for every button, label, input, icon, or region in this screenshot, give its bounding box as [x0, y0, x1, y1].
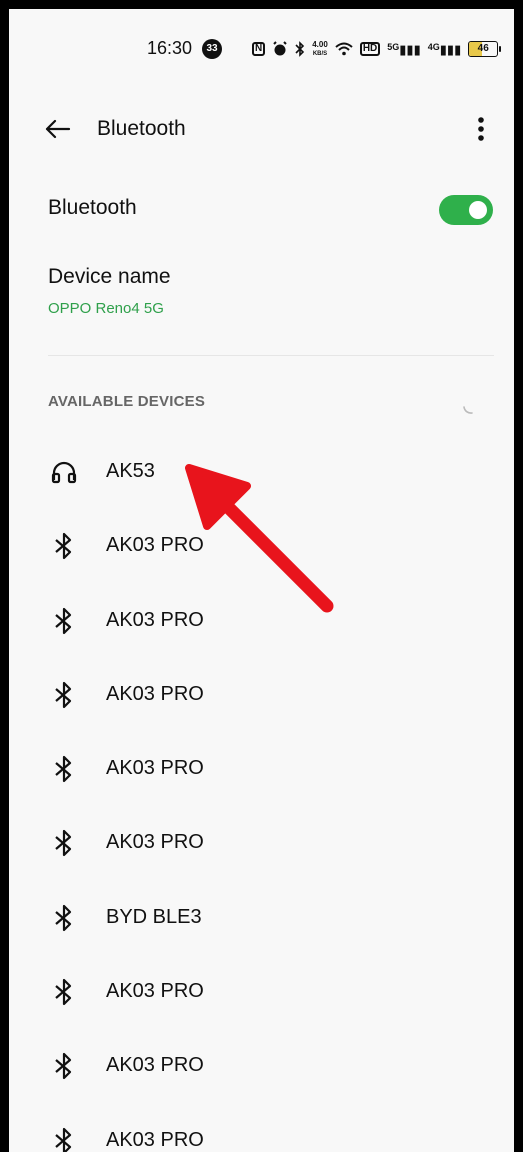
bluetooth-icon	[55, 533, 72, 560]
bluetooth-icon	[55, 1127, 72, 1152]
phone-frame: 16:30 33 N 4.00 KB/S HD 5G▮▮▮ 4G▮▮▮ 46 B…	[0, 0, 523, 1152]
page-title: Bluetooth	[97, 117, 186, 140]
screen: 16:30 33 N 4.00 KB/S HD 5G▮▮▮ 4G▮▮▮ 46 B…	[9, 9, 514, 1152]
notification-badge: 33	[202, 39, 222, 59]
device-row[interactable]: AK03 PRO	[9, 731, 514, 805]
headphones-icon	[51, 461, 77, 484]
alarm-icon	[273, 41, 287, 56]
device-name: AK03 PRO	[106, 757, 204, 780]
more-options-button[interactable]	[467, 111, 495, 147]
status-bar: 16:30 33 N 4.00 KB/S HD 5G▮▮▮ 4G▮▮▮ 46	[9, 35, 514, 65]
wifi-icon	[335, 42, 353, 56]
bluetooth-toggle-row[interactable]: Bluetooth	[9, 179, 514, 235]
status-time: 16:30	[147, 38, 193, 58]
available-devices-header: AVAILABLE DEVICES	[48, 393, 206, 410]
back-button[interactable]	[39, 111, 75, 147]
divider	[48, 355, 494, 356]
bluetooth-icon	[55, 830, 72, 857]
device-name: AK03 PRO	[106, 980, 204, 1003]
bluetooth-icon	[55, 681, 72, 708]
device-row[interactable]: AK03 PRO	[9, 657, 514, 731]
bluetooth-switch[interactable]	[439, 195, 493, 225]
device-row[interactable]: AK03 PRO	[9, 1028, 514, 1102]
bluetooth-icon	[55, 904, 72, 931]
annotation-arrow-icon	[185, 464, 334, 613]
device-name: BYD BLE3	[106, 905, 202, 928]
bluetooth-icon	[55, 1053, 72, 1080]
speed-value: 4.00	[312, 39, 328, 49]
device-row[interactable]: BYD BLE3	[9, 880, 514, 954]
bluetooth-icon	[55, 978, 72, 1006]
arrow-left-icon	[45, 119, 71, 139]
nfc-icon: N	[252, 42, 266, 56]
bluetooth-icon	[55, 756, 72, 783]
signal-4g-label: 4G	[427, 41, 440, 52]
speed-unit: KB/S	[312, 50, 328, 57]
device-row[interactable]: AK03 PRO	[9, 805, 514, 879]
device-name: AK03 PRO	[106, 682, 204, 705]
signal-5g-icon: 5G▮▮▮	[387, 41, 421, 57]
device-name: AK03 PRO	[106, 831, 204, 854]
device-name-value: OPPO Reno4 5G	[48, 300, 164, 317]
device-row[interactable]: AK03 PRO	[9, 954, 514, 1028]
bluetooth-icon	[55, 607, 72, 634]
bluetooth-status-icon	[295, 41, 305, 57]
device-name: AK03 PRO	[106, 1054, 204, 1077]
more-vertical-icon	[478, 117, 484, 141]
switch-knob	[469, 201, 487, 219]
battery-icon: 46	[468, 41, 502, 57]
bluetooth-toggle-label: Bluetooth	[48, 196, 137, 219]
app-bar: Bluetooth	[9, 101, 514, 157]
scanning-spinner-icon	[463, 406, 473, 414]
status-icons: N 4.00 KB/S HD 5G▮▮▮ 4G▮▮▮ 46	[252, 37, 502, 61]
signal-4g-icon: 4G▮▮▮	[427, 41, 462, 57]
device-name-label: Device name	[48, 265, 171, 288]
hd-voice-icon: HD	[359, 42, 381, 56]
signal-5g-label: 5G	[387, 41, 400, 52]
device-row[interactable]: AK03 PRO	[9, 1103, 514, 1152]
battery-level: 46	[477, 43, 489, 54]
network-speed: 4.00 KB/S	[312, 39, 328, 58]
device-name: AK03 PRO	[106, 1128, 204, 1151]
device-name: AK53	[106, 460, 155, 482]
device-name-row[interactable]: Device name OPPO Reno4 5G	[9, 259, 514, 339]
